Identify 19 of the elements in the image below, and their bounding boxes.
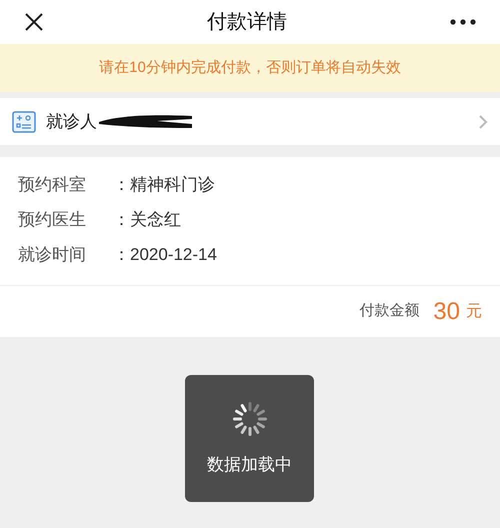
- card-icon: [12, 110, 36, 132]
- field-label: 就诊时间: [18, 244, 87, 266]
- patient-row[interactable]: 就诊人: [0, 98, 500, 145]
- spinner-icon: [230, 400, 268, 438]
- chevron-right-icon: [479, 114, 488, 128]
- close-icon[interactable]: [24, 12, 44, 32]
- field-label: 预约医生: [18, 209, 87, 232]
- patient-label: 就诊人: [46, 110, 97, 133]
- more-icon[interactable]: [450, 19, 476, 25]
- loading-text: 数据加载中: [207, 454, 292, 476]
- field-value: ：关念红: [113, 209, 181, 232]
- notice-text: 请在10分钟内完成付款，否则订单将自动失效: [99, 58, 401, 78]
- amount-label: 付款金额: [359, 301, 420, 322]
- field-value: ：2020-12-14: [113, 244, 217, 266]
- currency-unit: 元: [466, 302, 482, 322]
- window-title: 付款详情: [207, 10, 287, 35]
- amount-value: 30: [433, 296, 460, 326]
- field-value: ：精神科门诊: [113, 174, 215, 196]
- field-label: 预约科室: [18, 174, 87, 196]
